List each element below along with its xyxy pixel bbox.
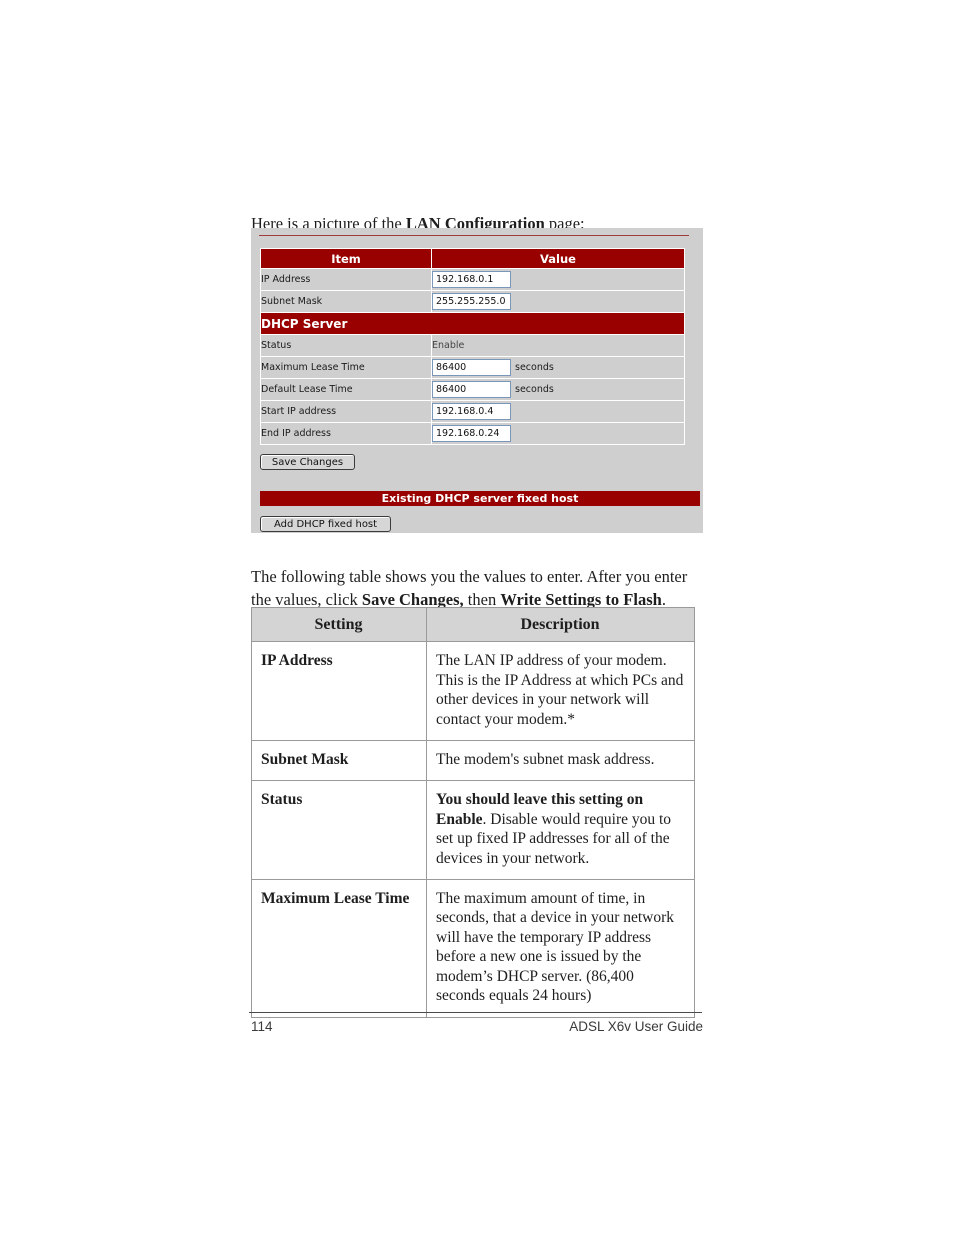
default-lease-time-input[interactable]: 86400 <box>432 381 511 398</box>
config-row-maximum-lease-time: Maximum Lease Time 86400 seconds <box>260 356 685 379</box>
default-lease-time-unit: seconds <box>515 384 554 395</box>
config-row-ip-address: IP Address 192.168.0.1 <box>260 268 685 291</box>
row-label: IP Address <box>260 268 432 291</box>
setting-description-subnet-mask: The modem's subnet mask address. <box>426 740 695 782</box>
status-value: Enable <box>432 340 465 351</box>
settings-description-table: Setting Description IP Address The LAN I… <box>251 606 695 1018</box>
settings-header-setting: Setting <box>251 606 427 643</box>
body-bold-save-changes: Save Changes, <box>361 589 464 609</box>
row-label: Maximum Lease Time <box>260 356 432 379</box>
row-value-cell: 192.168.0.4 <box>431 400 685 423</box>
row-value-cell: 192.168.0.24 <box>431 422 685 445</box>
config-table-header-row: Item Value <box>260 248 685 269</box>
config-row-end-ip-address: End IP address 192.168.0.24 <box>260 422 685 445</box>
body-text-part2: then <box>463 589 501 609</box>
body-paragraph: The following table shows you the values… <box>251 565 701 611</box>
table-row: Status You should leave this setting on … <box>251 780 695 881</box>
config-row-default-lease-time: Default Lease Time 86400 seconds <box>260 378 685 401</box>
screenshot-top-rule <box>259 235 689 236</box>
footer-divider <box>249 1012 702 1013</box>
router-ui-screenshot: Item Value IP Address 192.168.0.1 Subnet… <box>251 228 703 533</box>
setting-name-maximum-lease-time: Maximum Lease Time <box>251 879 427 1018</box>
config-row-status: Status Enable <box>260 334 685 357</box>
setting-description-ip-address: The LAN IP address of your modem. This i… <box>426 641 695 742</box>
settings-table-header-row: Setting Description <box>251 606 695 643</box>
end-ip-address-input[interactable]: 192.168.0.24 <box>432 425 511 442</box>
dhcp-server-section-title: DHCP Server <box>260 312 685 335</box>
setting-description-maximum-lease-time: The maximum amount of time, in seconds, … <box>426 879 695 1018</box>
footer-guide-title: ADSL X6v User Guide <box>569 1019 703 1034</box>
setting-name-subnet-mask: Subnet Mask <box>251 740 427 782</box>
subnet-mask-input[interactable]: 255.255.255.0 <box>432 293 511 310</box>
settings-header-description: Description <box>426 606 695 643</box>
row-value-cell: 192.168.0.1 <box>431 268 685 291</box>
setting-name-status: Status <box>251 780 427 881</box>
maximum-lease-time-input[interactable]: 86400 <box>432 359 511 376</box>
config-header-item: Item <box>260 248 432 269</box>
document-page: Here is a picture of the LAN Configurati… <box>249 0 703 1235</box>
row-label: End IP address <box>260 422 432 445</box>
table-row: IP Address The LAN IP address of your mo… <box>251 641 695 742</box>
table-row: Maximum Lease Time The maximum amount of… <box>251 879 695 1018</box>
table-row: Subnet Mask The modem's subnet mask addr… <box>251 740 695 782</box>
row-value-cell: 86400 seconds <box>431 378 685 401</box>
row-label: Status <box>260 334 432 357</box>
body-text-part3: . <box>661 589 666 609</box>
lan-configuration-table: Item Value IP Address 192.168.0.1 Subnet… <box>260 248 685 445</box>
row-label: Default Lease Time <box>260 378 432 401</box>
setting-name-ip-address: IP Address <box>251 641 427 742</box>
start-ip-address-input[interactable]: 192.168.0.4 <box>432 403 511 420</box>
setting-description-status: You should leave this setting on Enable.… <box>426 780 695 881</box>
config-row-start-ip-address: Start IP address 192.168.0.4 <box>260 400 685 423</box>
footer-page-number: 114 <box>251 1019 273 1034</box>
row-value-cell: 86400 seconds <box>431 356 685 379</box>
existing-dhcp-fixed-host-bar: Existing DHCP server fixed host <box>260 491 700 506</box>
row-value-cell: Enable <box>431 334 685 357</box>
save-changes-button[interactable]: Save Changes <box>260 454 355 470</box>
row-value-cell: 255.255.255.0 <box>431 290 685 313</box>
maximum-lease-time-unit: seconds <box>515 362 554 373</box>
config-row-subnet-mask: Subnet Mask 255.255.255.0 <box>260 290 685 313</box>
config-header-value: Value <box>431 248 685 269</box>
add-dhcp-fixed-host-button[interactable]: Add DHCP fixed host <box>260 516 391 532</box>
row-label: Start IP address <box>260 400 432 423</box>
ip-address-input[interactable]: 192.168.0.1 <box>432 271 511 288</box>
dhcp-server-section-row: DHCP Server <box>260 312 685 335</box>
body-bold-write-settings: Write Settings to Flash <box>500 589 662 609</box>
row-label: Subnet Mask <box>260 290 432 313</box>
